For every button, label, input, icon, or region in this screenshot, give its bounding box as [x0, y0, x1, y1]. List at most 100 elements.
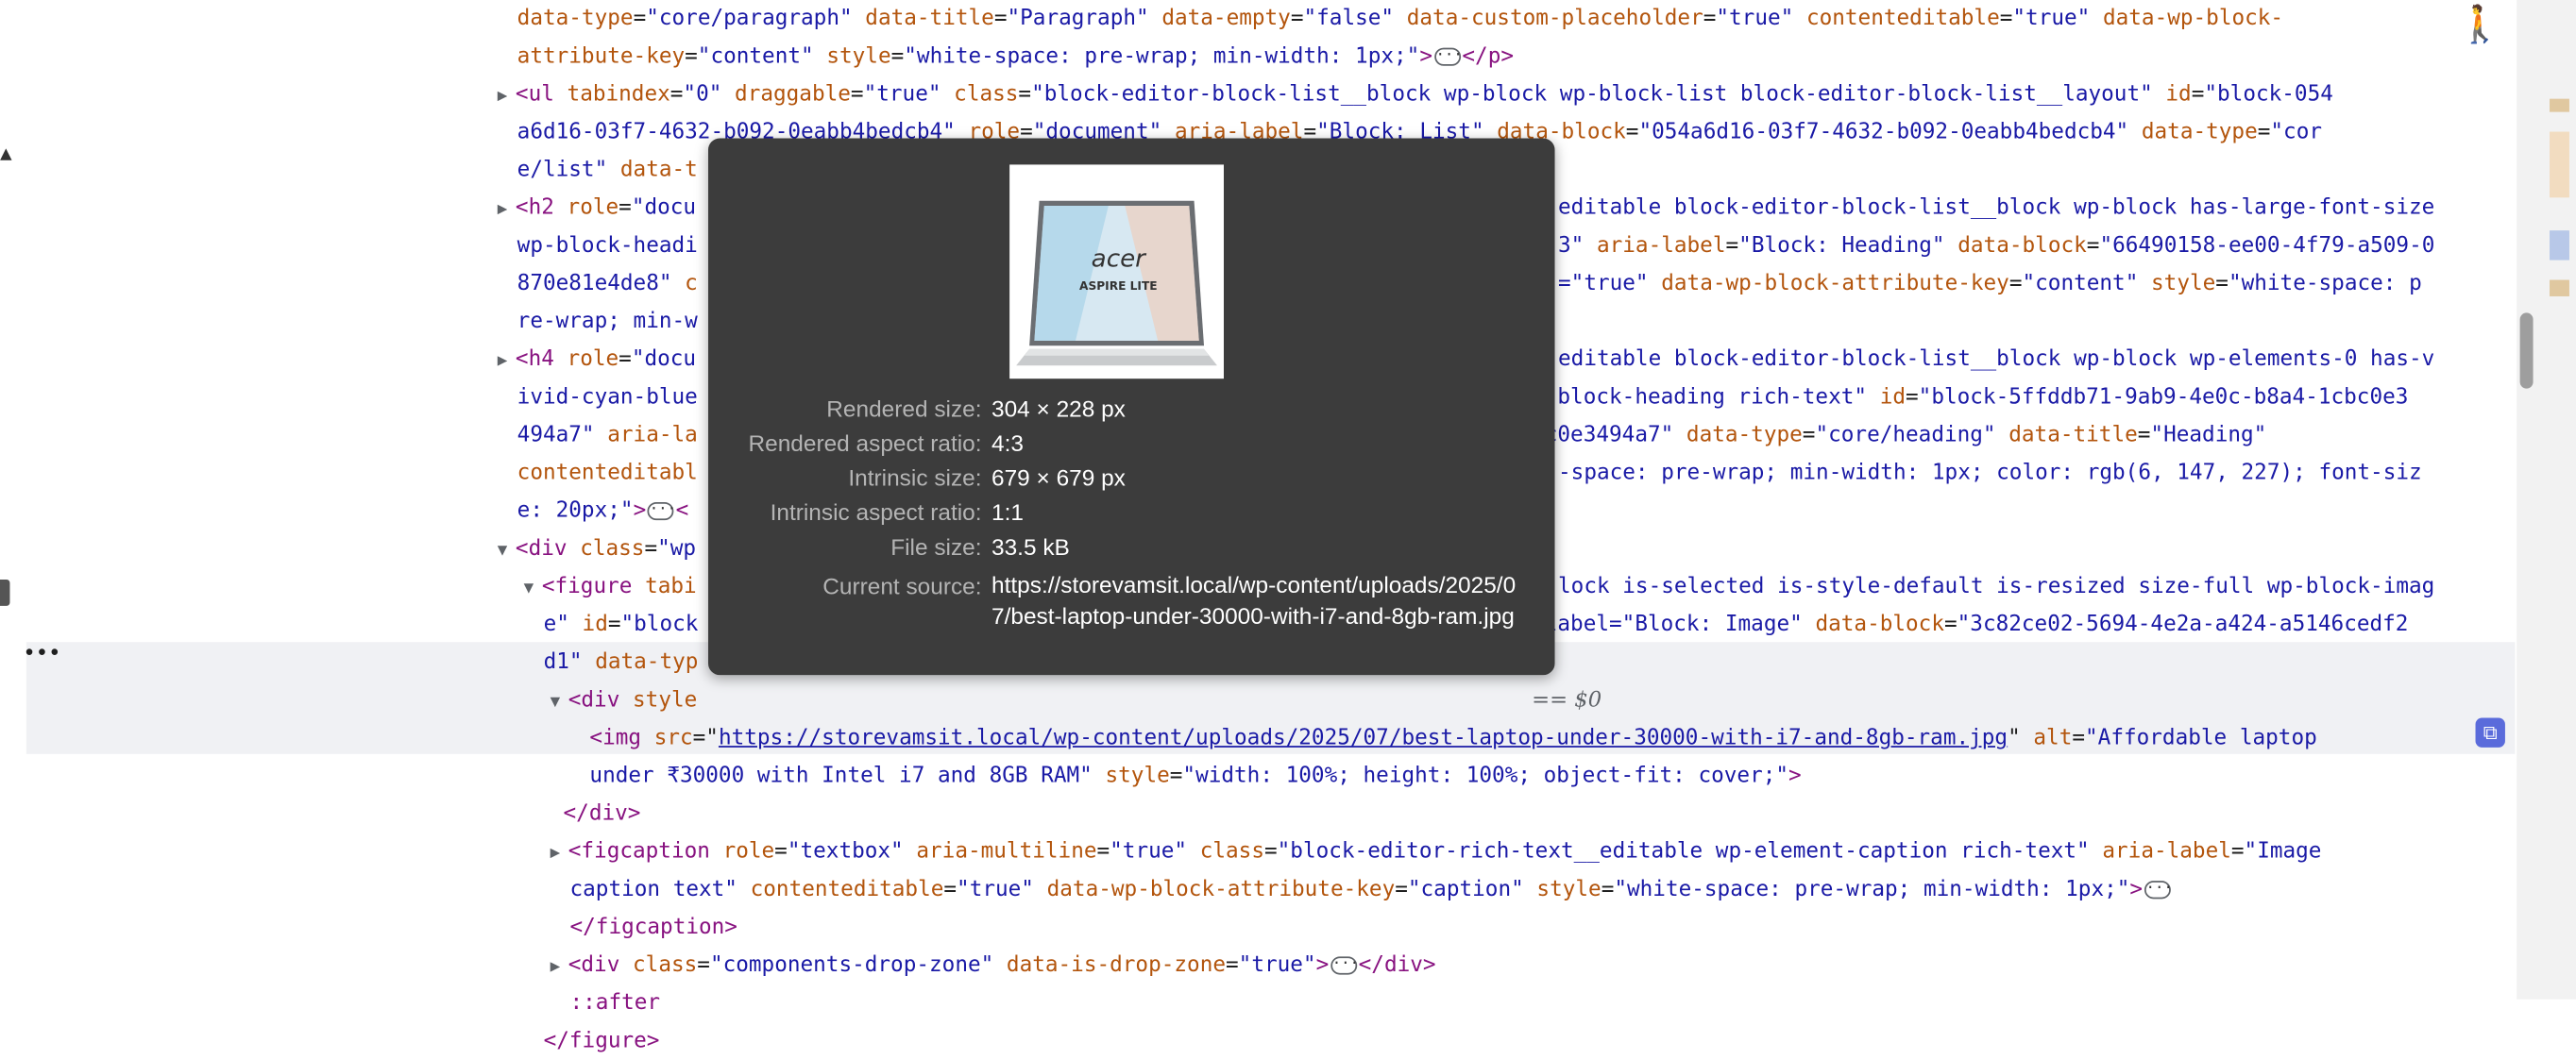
dom-line[interactable]: </figure>: [544, 1022, 660, 1060]
expand-triangle-icon[interactable]: ▶: [551, 949, 568, 986]
collapse-triangle-icon[interactable]: ▼: [524, 569, 542, 607]
dom-line[interactable]: ▶ <figcaption role="textbox" aria-multili…: [551, 833, 2322, 871]
dom-line[interactable]: caption text" contenteditable="true" dat…: [569, 871, 2172, 909]
laptop-image: acer ASPIRE LITE: [1009, 164, 1224, 379]
attr-value: editable block-editor-block-list__block …: [1558, 347, 2435, 373]
attr-name: data-t: [619, 158, 698, 183]
src-link[interactable]: https://storevamsit.local/wp-content/upl…: [719, 726, 2008, 750]
dom-line[interactable]: 494a7" aria-la: [517, 416, 698, 454]
dom-line[interactable]: </div>: [564, 795, 641, 833]
intrinsic-size-row: Intrinsic size: 679 × 679 px: [708, 461, 1555, 496]
dom-line[interactable]: ▼ <div class="wp: [498, 530, 696, 568]
expand-triangle-icon[interactable]: ▶: [498, 191, 516, 228]
dom-line[interactable]: ivid-cyan-blue: [517, 379, 698, 416]
dom-line[interactable]: data-type="core/paragraph" data-title="P…: [517, 0, 2283, 38]
attr-name: data-typ: [595, 649, 699, 676]
image-thumbnail: acer ASPIRE LITE: [1009, 164, 1224, 379]
dom-line[interactable]: e: 20px;"> ···<: [517, 493, 689, 530]
collapse-triangle-icon[interactable]: ▼: [551, 683, 568, 721]
dom-line-fragment: -space: pre-wrap; min-width: 1px; color:…: [1558, 454, 2422, 492]
attr-name: id: [1879, 385, 1907, 411]
ellipsis-icon[interactable]: ···: [2144, 881, 2173, 900]
closing-tag: </div>: [563, 801, 641, 827]
attr-name: data-type: [517, 6, 634, 32]
dom-line-fragment: -label="Block: Image" data-block="3c82ce…: [1532, 612, 2409, 638]
accessibility-icon[interactable]: 🚶: [2457, 3, 2502, 49]
resize-handle[interactable]: [0, 579, 10, 606]
attr-name: data-wp-block-: [2102, 6, 2284, 32]
attr-name: class: [1199, 839, 1265, 865]
closing-tag: </figure>: [543, 1029, 660, 1054]
attr-value: "content": [2022, 271, 2139, 296]
dom-line[interactable]: ▶ <ul tabindex="0" draggable="true" class…: [498, 76, 2333, 113]
dom-line[interactable]: <img src="https://storevamsit.local/wp-c…: [589, 719, 2316, 757]
dom-line-selected[interactable]: ▼ <div style: [551, 681, 698, 719]
rendered-aspect-label: Rendered aspect ratio:: [748, 429, 982, 457]
node-actions-ellipsis[interactable]: •••: [23, 642, 60, 666]
tag-name: <h4: [515, 347, 554, 373]
dom-line[interactable]: ▶ <h2 role="docu: [498, 190, 696, 227]
svg-text:acer: acer: [1092, 245, 1148, 274]
dom-line-fragment: o-block-heading rich-text" id="block-5ff…: [1532, 385, 2409, 411]
scrollbar-thumb[interactable]: [2519, 312, 2534, 389]
collapse-arrow-icon[interactable]: ▲: [0, 142, 12, 164]
file-size-row: File size: 33.5 kB: [708, 530, 1555, 565]
attr-value: "white-space: pre-wrap; min-width: 1px;": [904, 44, 1420, 70]
closing-tag: </p>: [1462, 44, 1515, 70]
expand-triangle-icon[interactable]: ▶: [551, 834, 568, 872]
attr-name: data-title: [2008, 423, 2138, 448]
attr-value: "Heading": [2150, 423, 2267, 448]
expand-triangle-icon[interactable]: ▶: [498, 77, 516, 115]
attr-name: contenteditabl: [517, 461, 698, 486]
attr-value: "Image: [2244, 839, 2322, 865]
rendered-aspect-row: Rendered aspect ratio: 4:3: [708, 427, 1555, 462]
dom-line-fragment: == $0: [1532, 681, 1602, 719]
attr-value: "block: [620, 612, 699, 638]
attr-name: class: [954, 82, 1019, 108]
attr-name: id: [582, 612, 608, 638]
attr-value: "core/heading": [1815, 423, 1996, 448]
image-preview-tooltip: acer ASPIRE LITE Rendered size: 304 × 22…: [708, 138, 1555, 676]
ellipsis-icon[interactable]: ···: [647, 501, 676, 521]
dom-line[interactable]: e" id="block: [544, 606, 699, 644]
dom-line-fragment: bc0e3494a7" data-type="core/heading" dat…: [1532, 423, 2267, 448]
attr-name: style: [2151, 271, 2216, 296]
copy-icon[interactable]: ⧉: [2475, 717, 2505, 748]
dom-line-fragment: editable block-editor-block-list__block …: [1558, 190, 2434, 227]
attr-value: "true": [863, 82, 941, 108]
dom-line[interactable]: ▶ <div class="components-drop-zone" data-…: [551, 947, 1436, 984]
dom-line[interactable]: ▼ <figure tabi: [524, 568, 697, 606]
dom-line[interactable]: wp-block-headi: [517, 227, 698, 265]
attr-value: "docu: [631, 195, 697, 221]
attr-value: "cor: [2270, 120, 2323, 145]
collapse-triangle-icon[interactable]: ▼: [498, 531, 516, 569]
attr-name: contenteditable: [1805, 6, 2000, 32]
dom-line[interactable]: </figcaption>: [569, 909, 737, 947]
attr-name: alt: [2033, 726, 2073, 751]
dom-line[interactable]: 870e81e4de8" c: [517, 265, 698, 303]
tag-name: <h2: [515, 195, 554, 221]
dom-line[interactable]: e/list" data-t: [517, 151, 698, 189]
attr-value: 494a7": [517, 423, 595, 448]
svg-text:ASPIRE LITE: ASPIRE LITE: [1079, 279, 1158, 293]
ellipsis-icon[interactable]: ···: [1330, 956, 1359, 975]
intrinsic-aspect-label: Intrinsic aspect ratio:: [770, 498, 982, 526]
attr-name: src: [653, 726, 693, 751]
ellipsis-icon[interactable]: ···: [1433, 47, 1463, 66]
dom-line[interactable]: re-wrap; min-w: [517, 303, 698, 341]
dom-line-fragment: lock is-selected is-style-default is-res…: [1558, 568, 2434, 606]
intrinsic-aspect-row: Intrinsic aspect ratio: 1:1: [708, 496, 1555, 530]
dom-line[interactable]: attribute-key="content" style="white-spa…: [517, 38, 1514, 76]
dom-line[interactable]: d1" data-typ: [544, 644, 699, 681]
expand-triangle-icon[interactable]: ▶: [498, 343, 516, 380]
dom-line[interactable]: ▶ <h4 role="docu: [498, 341, 696, 379]
dom-line[interactable]: contenteditabl: [517, 454, 698, 492]
attr-name: data-type: [2141, 120, 2258, 145]
attr-value: "66490158-ee00-4f79-a509-0: [2099, 233, 2435, 259]
attr-value: wp-block-headi: [517, 233, 698, 259]
attr-name: data-empty: [1161, 6, 1291, 32]
attr-value: editable block-editor-block-list__block …: [1558, 195, 2435, 221]
attr-value: "docu: [631, 347, 697, 373]
dom-line[interactable]: ::after: [569, 984, 660, 1022]
dom-line[interactable]: under ₹30000 with Intel i7 and 8GB RAM" …: [589, 757, 1801, 795]
